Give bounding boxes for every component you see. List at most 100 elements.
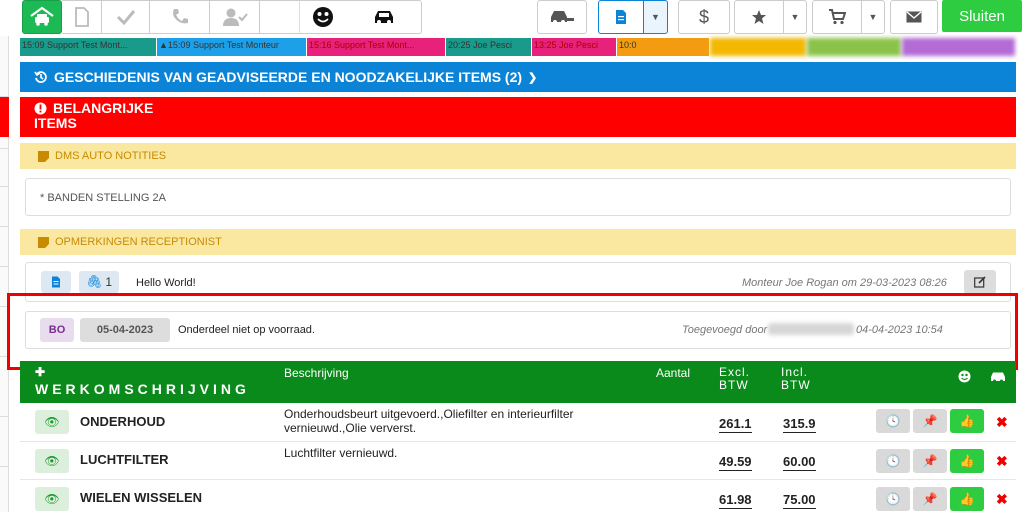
col-amount: Aantal bbox=[656, 366, 691, 380]
clock-icon[interactable]: 🕓 bbox=[876, 449, 910, 473]
thumbs-up-icon[interactable]: 👍 bbox=[950, 409, 984, 433]
invoice-dropdown-button[interactable]: ▼ bbox=[643, 0, 668, 34]
close-button[interactable]: Sluiten bbox=[942, 0, 1022, 32]
clock-icon[interactable]: 🕓 bbox=[876, 487, 910, 511]
car-key-icon bbox=[551, 11, 574, 24]
car-key-button[interactable] bbox=[537, 0, 587, 34]
favorite-button[interactable] bbox=[734, 0, 784, 34]
work-row-description: Onderhoudsbeurt uitgevoerd.,Oliefilter e… bbox=[284, 407, 574, 435]
delete-icon[interactable]: ✖ bbox=[996, 453, 1008, 470]
price-button[interactable]: $ bbox=[678, 0, 730, 34]
work-row-incl: 60.00 bbox=[783, 454, 816, 471]
document-icon bbox=[74, 7, 89, 27]
chevron-down-icon: ▼ bbox=[651, 12, 660, 22]
timeline-segment[interactable]: 13:25 Joe Pesci bbox=[532, 38, 617, 56]
dms-note-box: * BANDEN STELLING 2A bbox=[25, 178, 1011, 216]
invoice-button[interactable] bbox=[598, 0, 644, 34]
mail-button[interactable] bbox=[890, 0, 938, 34]
timeline-segment[interactable]: ▲15:09 Support Test Monteur bbox=[157, 38, 307, 56]
sticky-note-icon bbox=[38, 150, 49, 162]
document-button[interactable] bbox=[62, 0, 102, 34]
checkmark-icon bbox=[116, 10, 135, 25]
work-row-excl: 49.59 bbox=[719, 454, 752, 471]
timeline-segment[interactable]: 10:0 bbox=[617, 38, 710, 56]
receptionist-note-text: Hello World! bbox=[136, 277, 196, 289]
car-home-icon bbox=[30, 6, 54, 26]
col-excl: Excl. BTW bbox=[719, 366, 750, 392]
cart-dropdown-button[interactable]: ▼ bbox=[861, 0, 885, 34]
history-icon bbox=[34, 71, 47, 83]
receptionist-notes-header-label: OPMERKINGEN RECEPTIONIST bbox=[55, 236, 222, 248]
important-header-line1: BELANGRIJKE bbox=[53, 100, 154, 116]
pin-icon[interactable]: 📌 bbox=[913, 409, 947, 433]
timeline-segment-label: 15:09 Support Test Monteur bbox=[167, 40, 279, 50]
col-description: Beschrijving bbox=[284, 366, 349, 380]
divider bbox=[0, 186, 9, 187]
thumbs-up-icon[interactable]: 👍 bbox=[950, 449, 984, 473]
work-row[interactable]: 👁 ONDERHOUD Onderhoudsbeurt uitgevoerd.,… bbox=[20, 403, 1016, 442]
edit-icon bbox=[974, 276, 986, 288]
delete-icon[interactable]: ✖ bbox=[996, 491, 1008, 508]
phone-button[interactable] bbox=[150, 0, 210, 34]
user-check-icon bbox=[222, 8, 248, 26]
col-incl-line1: Incl. bbox=[781, 365, 809, 379]
home-button[interactable] bbox=[22, 0, 62, 34]
dms-note-text: * BANDEN STELLING 2A bbox=[40, 192, 166, 204]
check-button[interactable] bbox=[102, 0, 150, 34]
sticky-note-icon bbox=[38, 236, 49, 248]
thumbs-up-icon[interactable]: 👍 bbox=[950, 487, 984, 511]
dollar-icon: $ bbox=[698, 6, 709, 27]
timeline-segment[interactable]: 20:25 Joe Pesci bbox=[446, 38, 532, 56]
toolbar: ▼ $ ▼ ▼ Sluiten bbox=[0, 0, 1026, 36]
divider bbox=[0, 416, 9, 417]
smiley-button[interactable] bbox=[300, 0, 346, 34]
favorite-dropdown-button[interactable]: ▼ bbox=[783, 0, 807, 34]
work-description-header: ✚ WERKOMSCHRIJVING Beschrijving Aantal E… bbox=[20, 361, 1016, 403]
timeline-segment[interactable]: 15:09 Support Test Mont... bbox=[20, 38, 157, 56]
divider bbox=[0, 148, 9, 149]
eye-icon[interactable]: 👁 bbox=[35, 487, 69, 511]
cart-button[interactable] bbox=[812, 0, 862, 34]
work-row-incl: 75.00 bbox=[783, 492, 816, 509]
receptionist-notes-header: OPMERKINGEN RECEPTIONIST bbox=[20, 229, 1016, 255]
divider bbox=[0, 466, 9, 467]
invoice-icon bbox=[616, 10, 626, 24]
work-row-name: LUCHTFILTER bbox=[80, 452, 169, 467]
important-items-header[interactable]: BELANGRIJKE ITEMS bbox=[20, 97, 1016, 137]
star-icon bbox=[752, 10, 766, 24]
toolbar-gap bbox=[260, 0, 300, 34]
timeline-segment[interactable]: 15:16 Support Test Mont... bbox=[307, 38, 446, 56]
edit-note-button[interactable] bbox=[964, 270, 996, 294]
receptionist-note-meta: Monteur Joe Rogan om 29-03-2023 08:26 bbox=[742, 277, 947, 289]
plus-icon[interactable]: ✚ bbox=[35, 365, 45, 379]
timeline-segment[interactable] bbox=[807, 38, 902, 56]
car-icon bbox=[991, 372, 1005, 383]
eye-icon[interactable]: 👁 bbox=[35, 449, 69, 473]
warning-icon: ▲ bbox=[159, 40, 168, 50]
dms-notes-header-label: DMS AUTO NOTITIES bbox=[55, 150, 167, 162]
work-row-excl: 261.1 bbox=[719, 416, 752, 433]
work-row[interactable]: 👁 WIELEN WISSELEN 61.98 75.00 🕓 📌 👍 ✖ bbox=[20, 480, 1016, 512]
clock-icon[interactable]: 🕓 bbox=[876, 409, 910, 433]
car-button[interactable] bbox=[346, 0, 422, 34]
work-row[interactable]: 👁 LUCHTFILTER Luchtfilter vernieuwd. 49.… bbox=[20, 442, 1016, 480]
timeline-segment[interactable] bbox=[710, 38, 807, 56]
history-header-label: GESCHIEDENIS VAN GEADVISEERDE EN NOODZAK… bbox=[54, 69, 523, 85]
phone-icon bbox=[172, 9, 188, 24]
history-header[interactable]: GESCHIEDENIS VAN GEADVISEERDE EN NOODZAK… bbox=[20, 62, 1016, 92]
pin-icon[interactable]: 📌 bbox=[913, 449, 947, 473]
pin-icon[interactable]: 📌 bbox=[913, 487, 947, 511]
document-badge[interactable] bbox=[41, 271, 71, 293]
left-red-marker bbox=[0, 97, 9, 137]
attachment-count: 1 bbox=[105, 275, 113, 289]
delete-icon[interactable]: ✖ bbox=[996, 414, 1008, 431]
attachment-button[interactable]: 🖇 1 bbox=[79, 271, 119, 293]
work-row-name: WIELEN WISSELEN bbox=[80, 490, 203, 505]
timeline-bar: 15:09 Support Test Mont... ▲15:09 Suppor… bbox=[20, 38, 1016, 56]
timeline-segment[interactable] bbox=[902, 38, 1016, 56]
eye-icon[interactable]: 👁 bbox=[35, 410, 69, 434]
important-header-line2: ITEMS bbox=[34, 115, 77, 131]
user-check-button[interactable] bbox=[210, 0, 260, 34]
cart-icon bbox=[829, 9, 846, 25]
smiley-icon bbox=[313, 7, 333, 27]
